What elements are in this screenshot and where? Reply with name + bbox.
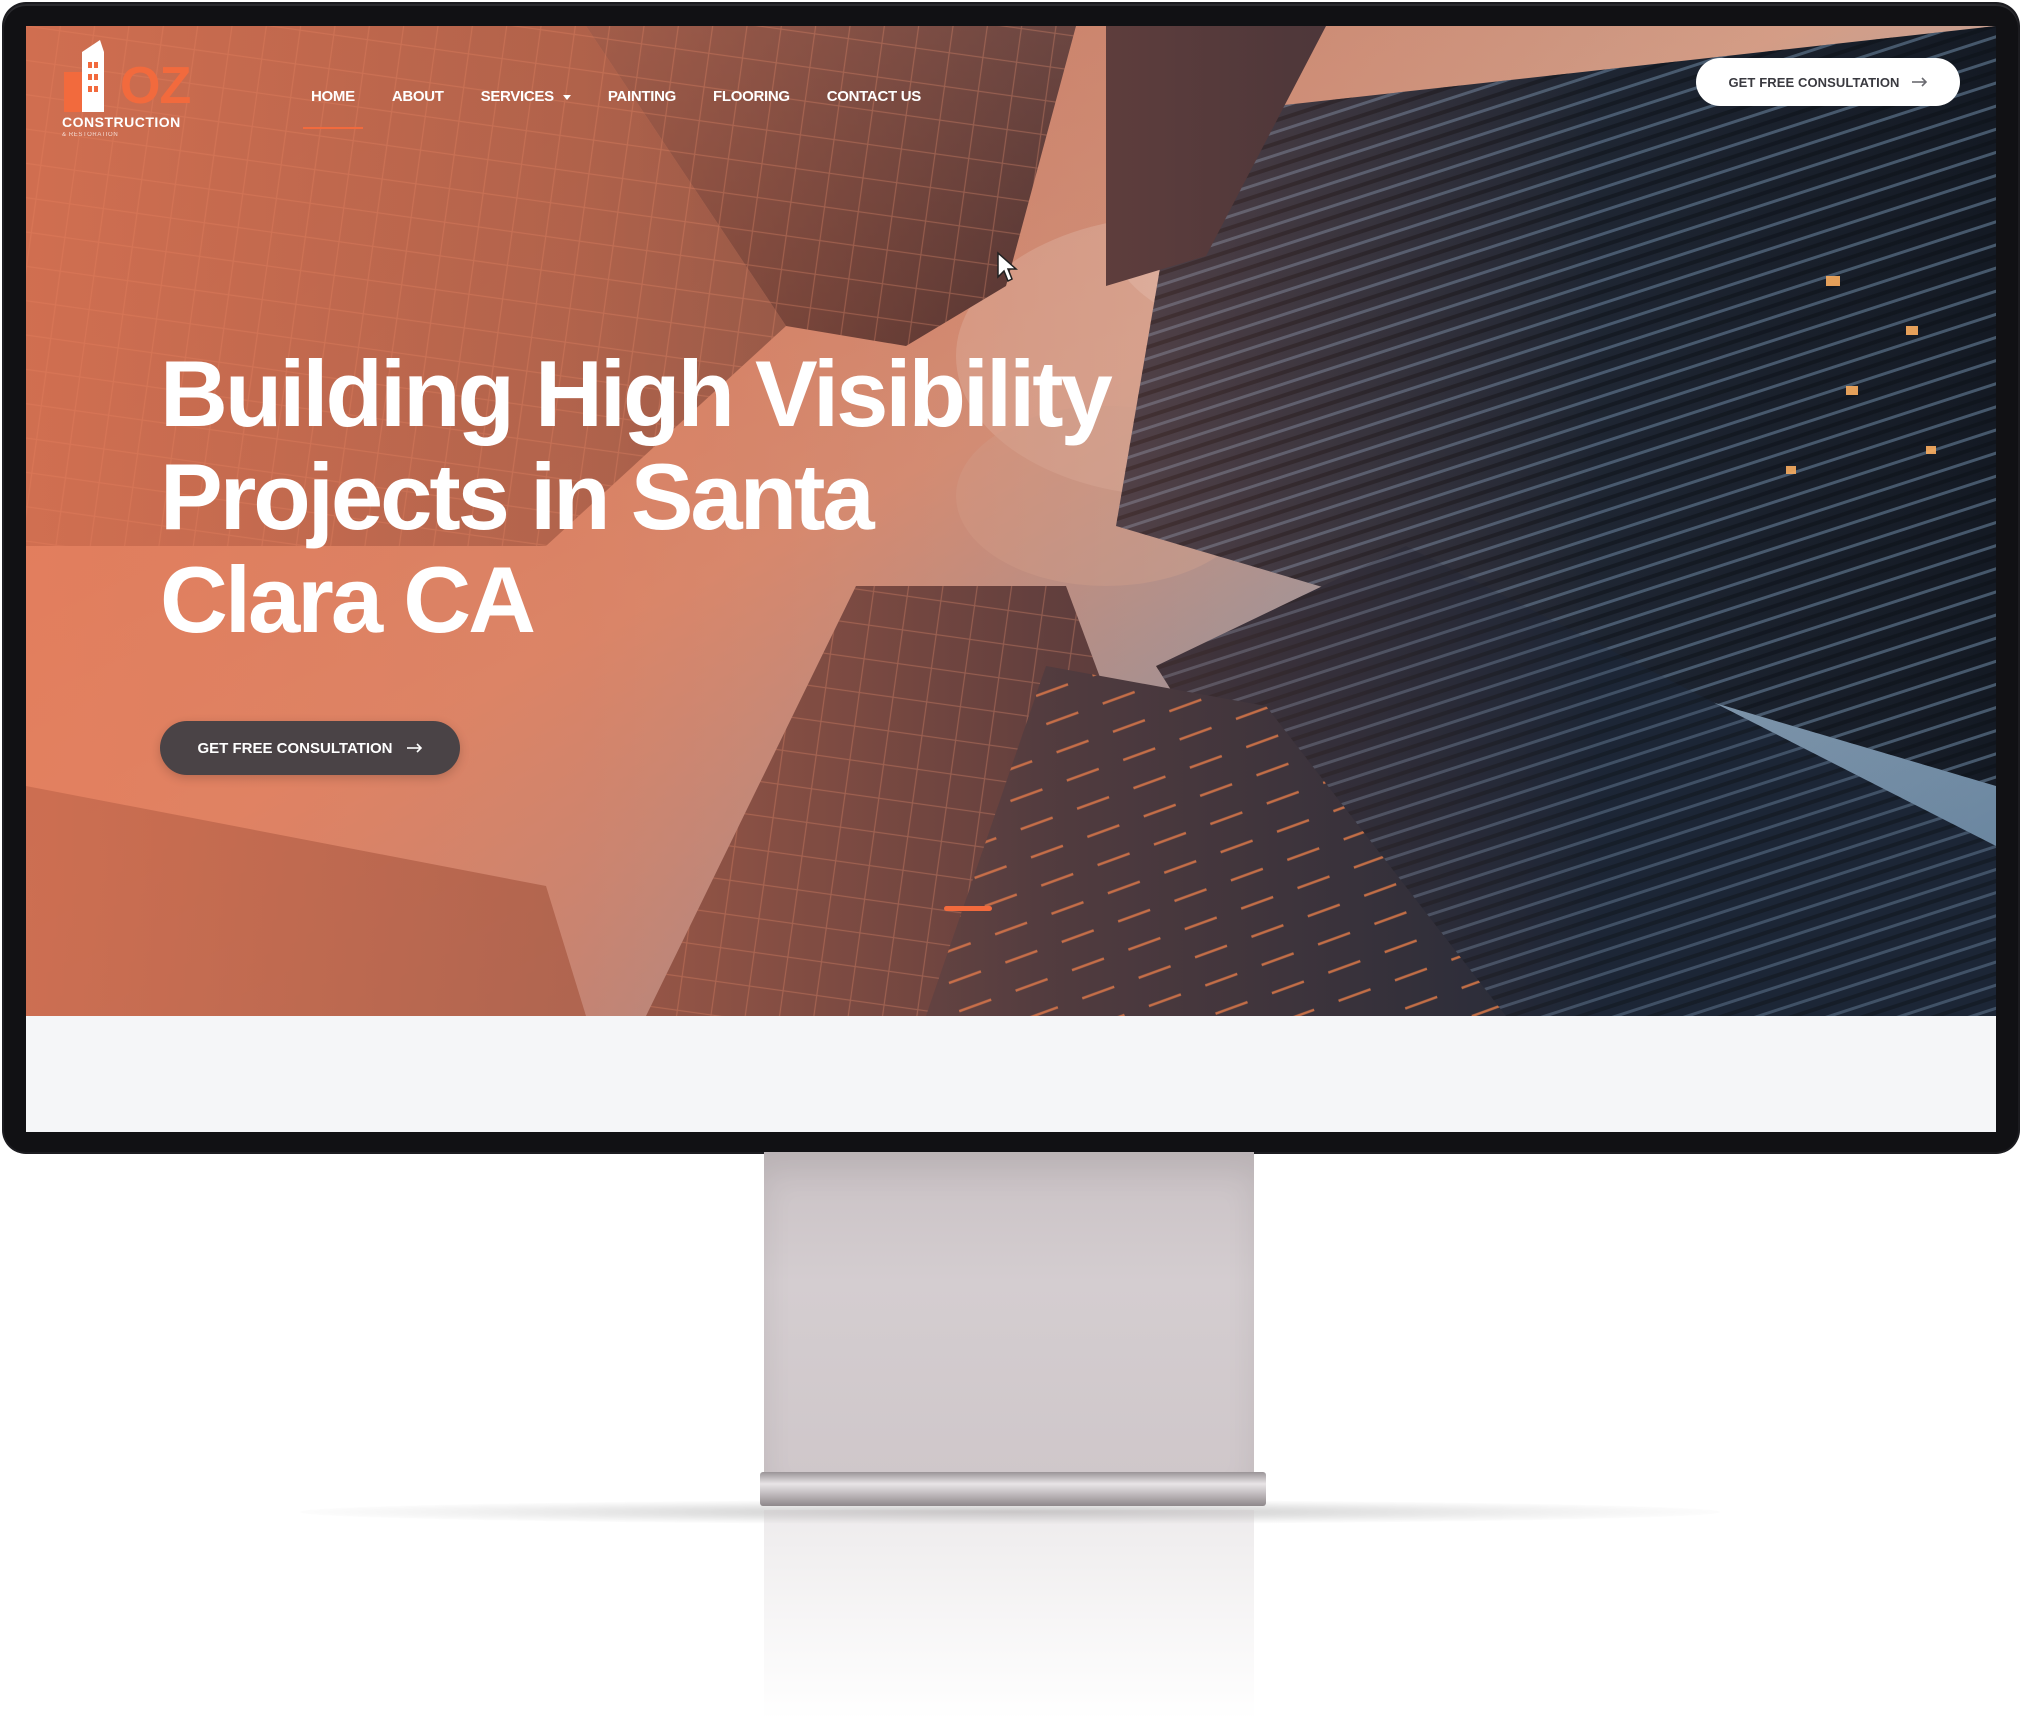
screen: OZ CONSTRUCTION & RESTORATION HOME ABOUT… [26,26,1996,1132]
hero-consultation-label: GET FREE CONSULTATION [197,739,393,757]
page-content-area [26,1016,1996,1132]
site-logo[interactable]: OZ CONSTRUCTION & RESTORATION [60,38,210,138]
nav-item-label: ABOUT [391,88,444,105]
nav-item-flooring[interactable]: FLOORING [713,88,790,105]
monitor-base [760,1472,1266,1506]
nav-item-label: PAINTING [607,88,676,105]
nav-item-services[interactable]: SERVICES [481,88,571,105]
nav-item-label: CONTACT US [826,88,922,105]
nav-item-label: HOME [311,88,355,105]
header-consultation-button[interactable]: GET FREE CONSULTATION [1696,58,1960,106]
header-consultation-label: GET FREE CONSULTATION [1728,74,1900,90]
hero-headline-line: Projects in Santa [160,444,875,549]
logo-tagline: & RESTORATION [62,132,119,138]
stand-reflection [764,1510,1254,1720]
nav-item-about[interactable]: ABOUT [392,88,444,105]
monitor-frame: OZ CONSTRUCTION & RESTORATION HOME ABOUT… [4,4,2018,1152]
nav-item-label: FLOORING [712,88,790,105]
mouse-cursor-icon [997,251,1018,283]
arrow-right-icon [1911,77,1927,87]
logo-wordmark: OZ [120,57,191,115]
hero-headline: Building High Visibility Projects in San… [160,342,1320,651]
nav-item-contact-us[interactable]: CONTACT US [826,88,922,105]
hero-headline-line: Building High Visibility [160,341,1113,446]
hero-section: OZ CONSTRUCTION & RESTORATION HOME ABOUT… [26,26,1996,1016]
main-nav: HOME ABOUT SERVICES PAINTING FLOORING CO… [303,88,958,129]
chevron-down-icon [562,95,571,100]
hero-headline-line: Clara CA [160,547,536,652]
hero-consultation-button[interactable]: GET FREE CONSULTATION [160,721,460,775]
logo-subtitle: CONSTRUCTION [62,114,181,130]
nav-item-label: SERVICES [480,88,554,105]
monitor-stand [764,1152,1254,1478]
arrow-right-icon [406,743,422,753]
nav-item-home[interactable]: HOME [303,88,363,129]
slider-indicator-active[interactable] [944,906,992,911]
nav-item-painting[interactable]: PAINTING [608,88,676,105]
